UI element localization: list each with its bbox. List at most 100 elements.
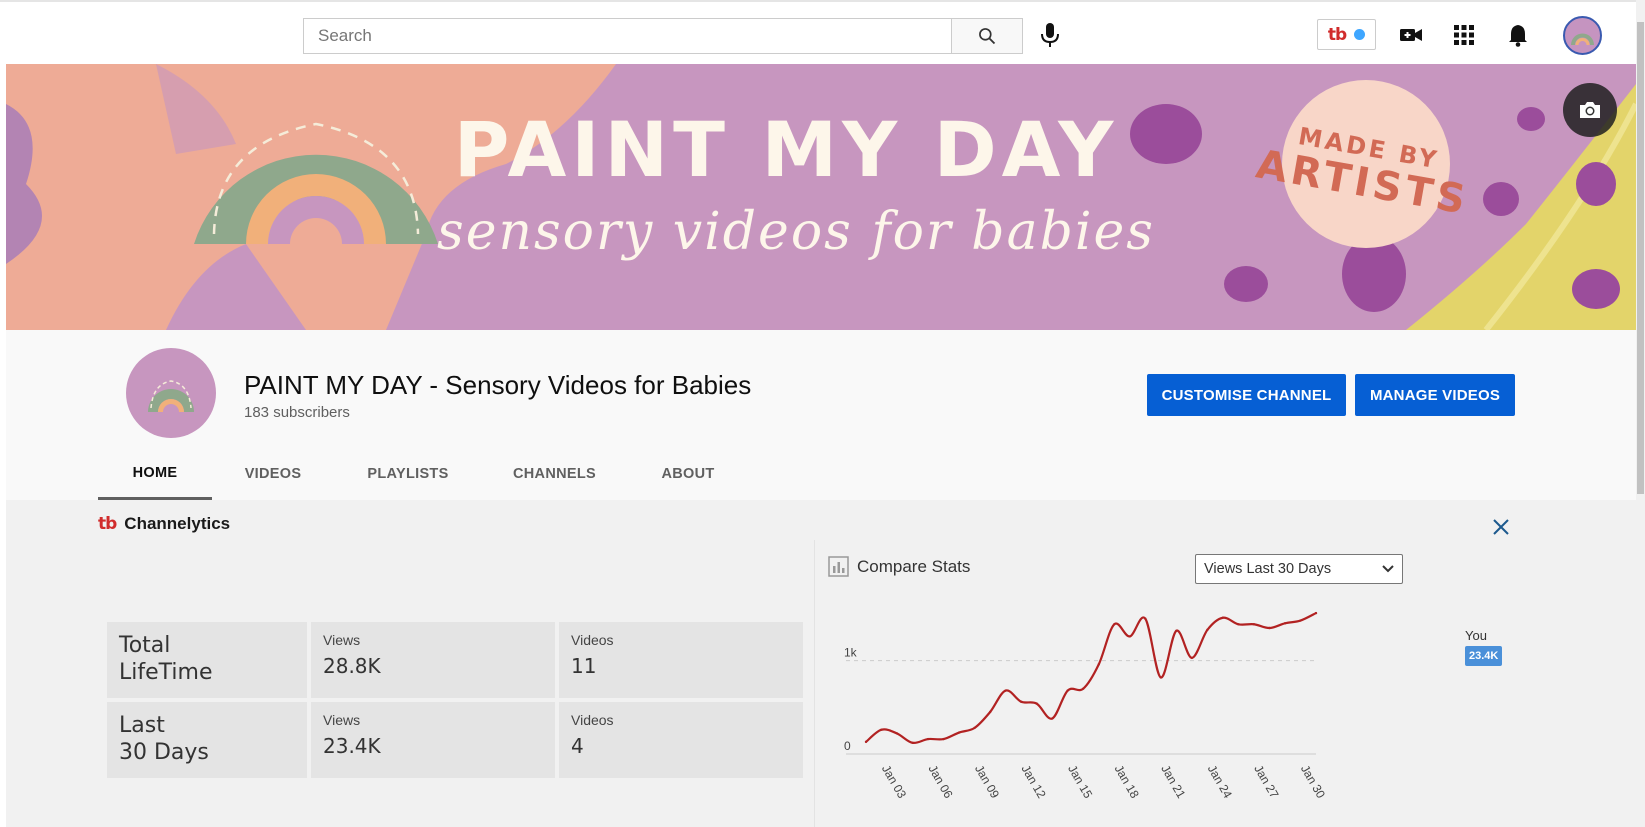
apps-button[interactable] (1449, 20, 1479, 50)
channelytics-header: tb Channelytics (98, 514, 230, 534)
customise-channel-button[interactable]: CUSTOMISE CHANNEL (1147, 374, 1346, 416)
channelytics-title: Channelytics (124, 514, 231, 533)
rainbow-logo-icon (148, 380, 194, 412)
data-point (973, 726, 976, 730)
data-point (1175, 629, 1178, 632)
compare-stats-title: Compare Stats (857, 556, 971, 576)
data-point (1019, 700, 1023, 703)
tubebuddy-logo: tb (1327, 24, 1347, 45)
data-point (1159, 676, 1163, 679)
data-point (1051, 717, 1054, 720)
microphone-icon (1041, 23, 1059, 47)
data-point (1268, 626, 1271, 630)
period-label: Last 30 Days (119, 713, 209, 765)
data-point (864, 740, 868, 744)
channel-banner: MADE BY ARTISTS PAINT MY DAY sensory vid… (6, 64, 1636, 330)
x-tick-label: Jan 18 (1112, 763, 1142, 801)
notifications-button[interactable] (1503, 20, 1533, 50)
tab-videos[interactable]: VIDEOS (212, 448, 334, 500)
search-button[interactable] (951, 18, 1023, 54)
top-bar: tb (0, 0, 1636, 64)
data-point (1190, 656, 1194, 660)
views-label: Views (323, 632, 361, 648)
channelytics-panel: tb Channelytics Total LifeTime Views 28.… (6, 500, 1636, 827)
banner-headline: PAINT MY DAY (454, 105, 1119, 194)
search-input[interactable] (303, 18, 951, 54)
channel-avatar[interactable] (126, 348, 216, 438)
data-point (1237, 623, 1240, 626)
data-point (1314, 611, 1318, 615)
views-line-chart: 0 1k Jan 03 Jan 06 Jan 09 Jan 12 Jan 15 Jan 18 J… (844, 611, 1326, 801)
tubebuddy-logo: tb (98, 514, 117, 534)
compare-stats-header: Compare Stats (828, 556, 970, 577)
y-tick-label: 1k (844, 646, 858, 660)
stat-lifetime-views: Views 28.8K (311, 622, 555, 698)
tab-playlists[interactable]: PLAYLISTS (334, 448, 482, 500)
stat-30days-videos: Videos 4 (559, 702, 803, 778)
views-value: 28.8K (323, 654, 381, 678)
views-series-line (865, 612, 1317, 745)
edit-banner-button[interactable] (1563, 83, 1617, 137)
data-point (1082, 687, 1085, 690)
banner-art: MADE BY ARTISTS PAINT MY DAY sensory vid… (6, 64, 1636, 330)
videos-label: Videos (571, 712, 614, 728)
stat-30days-views: Views 23.4K (311, 702, 555, 778)
stats-range-select[interactable]: Views Last 30 Days (1195, 554, 1403, 584)
data-point (988, 710, 992, 714)
close-channelytics-button[interactable] (1488, 514, 1514, 540)
account-avatar[interactable] (1563, 16, 1602, 55)
x-tick-label: Jan 27 (1251, 763, 1281, 801)
scrollbar-thumb[interactable] (1637, 22, 1644, 494)
data-point (1283, 622, 1287, 625)
legend-label: You (1465, 628, 1487, 643)
data-point (957, 731, 961, 734)
x-tick-label: Jan 12 (1019, 763, 1049, 801)
views-value: 23.4K (323, 734, 381, 758)
videos-value: 4 (571, 734, 584, 758)
manage-videos-button[interactable]: MANAGE VIDEOS (1355, 374, 1515, 416)
data-point (1097, 663, 1100, 666)
stat-lifetime-videos: Videos 11 (559, 622, 803, 698)
x-tick-label: Jan 09 (972, 763, 1002, 801)
tab-home[interactable]: HOME (98, 448, 212, 500)
voice-search-button[interactable] (1036, 20, 1064, 50)
y-tick-label: 0 (844, 739, 851, 753)
apps-grid-icon (1454, 25, 1474, 45)
data-point (1128, 635, 1131, 638)
data-point (1299, 619, 1302, 622)
views-label: Views (323, 712, 361, 728)
status-dot (1354, 29, 1366, 40)
data-point (1221, 616, 1225, 619)
data-point (895, 732, 899, 735)
tubebuddy-extension-button[interactable]: tb (1317, 19, 1376, 50)
search-bar (303, 18, 1023, 54)
data-point (911, 741, 914, 744)
x-tick-label: Jan 21 (1158, 763, 1188, 801)
x-tick-label: Jan 30 (1298, 763, 1326, 801)
banner-tagline: sensory videos for babies (437, 202, 1155, 262)
tab-about[interactable]: ABOUT (627, 448, 749, 500)
stats-grid: Total LifeTime Views 28.8K Videos 11 Las… (107, 622, 807, 778)
x-tick-label: Jan 24 (1205, 763, 1235, 801)
period-label: Total LifeTime (119, 633, 213, 685)
data-point (1035, 702, 1038, 705)
stat-period-lifetime: Total LifeTime (107, 622, 307, 698)
data-point (1066, 689, 1069, 692)
stat-period-30days: Last 30 Days (107, 702, 307, 778)
legend-value-badge: 23.4K (1465, 646, 1503, 666)
create-button[interactable] (1396, 20, 1426, 50)
channel-header: PAINT MY DAY - Sensory Videos for Babies… (6, 330, 1636, 500)
stats-range-value: Views Last 30 Days (1204, 561, 1332, 577)
data-point (1113, 623, 1116, 626)
data-point (942, 737, 945, 741)
videos-value: 11 (571, 654, 597, 678)
bar-chart-icon (828, 556, 849, 577)
chevron-down-icon (1382, 565, 1394, 573)
data-point (926, 737, 930, 741)
tab-channels[interactable]: CHANNELS (482, 448, 627, 500)
video-camera-icon (1400, 29, 1422, 41)
bell-icon (1509, 25, 1527, 47)
x-tick-label: Jan 06 (925, 763, 955, 801)
data-point (1206, 628, 1209, 632)
camera-icon (1580, 102, 1600, 118)
